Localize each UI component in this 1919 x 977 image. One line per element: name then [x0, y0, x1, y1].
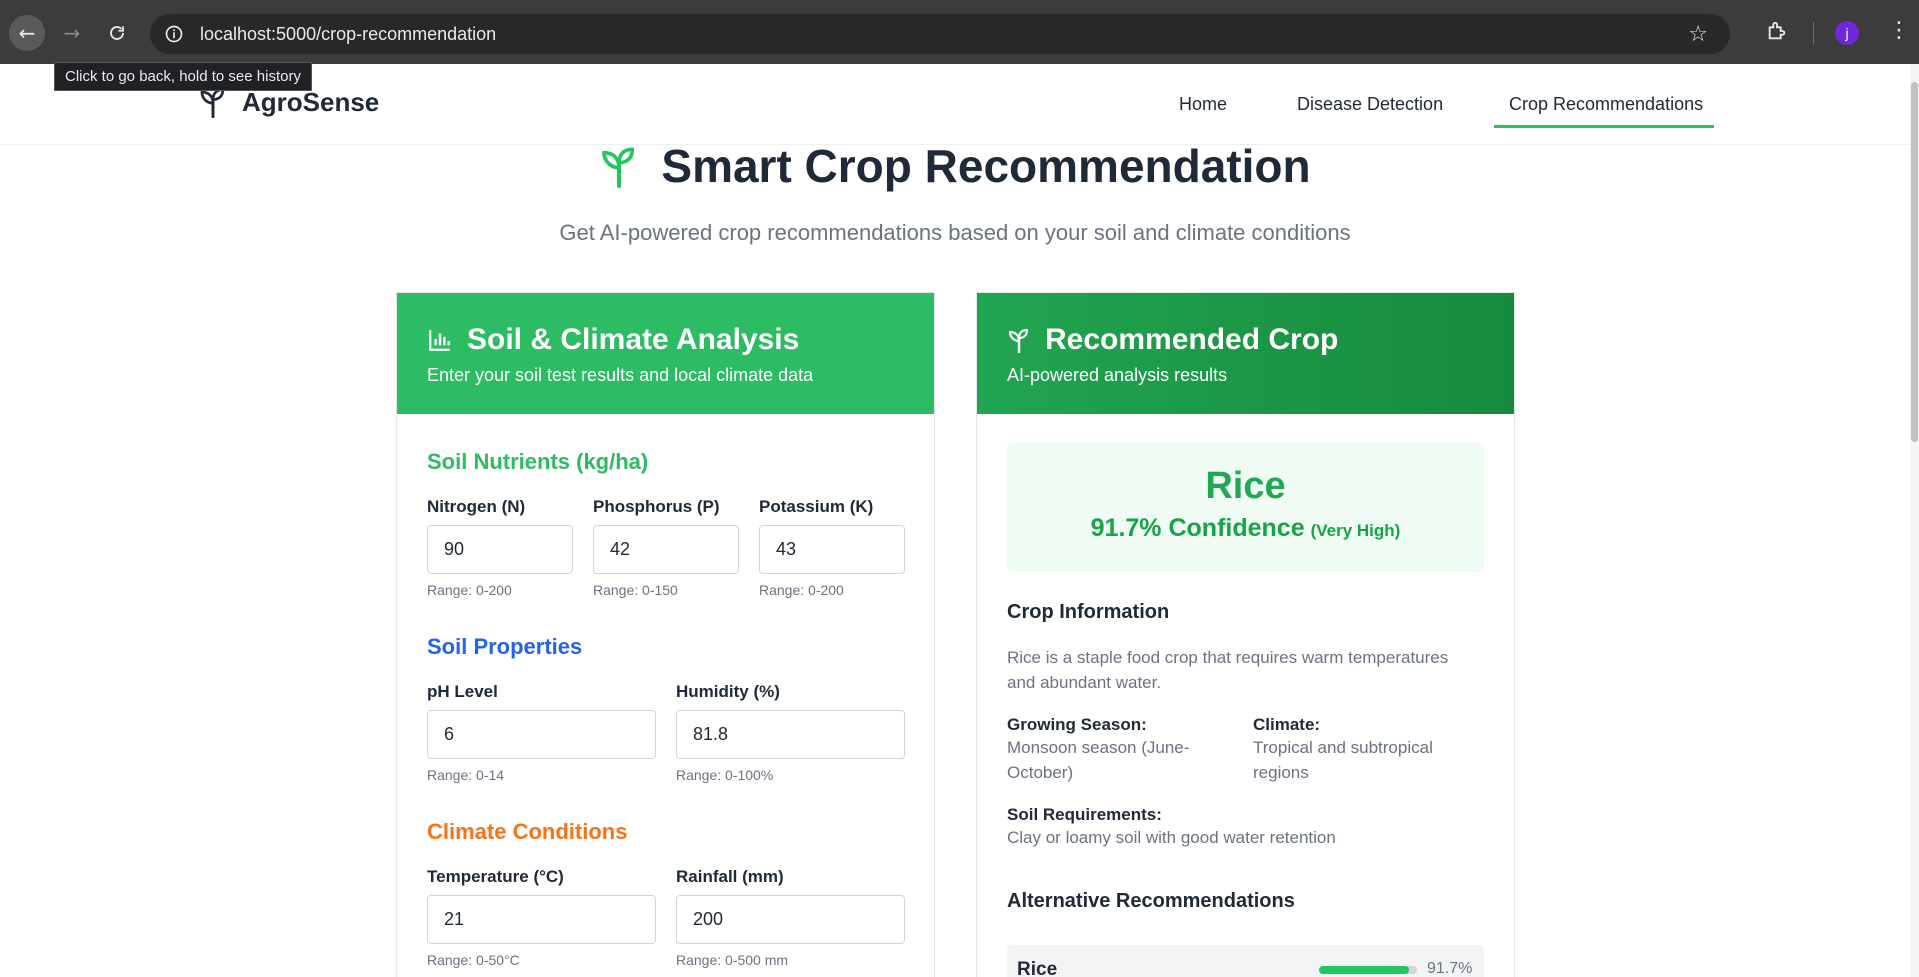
nitrogen-label: Nitrogen (N)	[427, 497, 526, 516]
forward-button[interactable]: →	[54, 15, 90, 51]
tooltip-text: Click to go back, hold to see history	[65, 68, 301, 85]
alternative-recommendations-heading: Alternative Recommendations	[1007, 890, 1295, 912]
soil-requirements-label: Soil Requirements:	[1007, 805, 1162, 824]
nav-link-disease-detection[interactable]: Disease Detection	[1297, 94, 1443, 115]
climate-label: Climate:	[1253, 715, 1321, 734]
crop-information-heading: Crop Information	[1007, 601, 1170, 623]
phosphorus-range-hint: Range: 0-150	[593, 582, 678, 598]
site-info-icon[interactable]	[162, 22, 186, 46]
phosphorus-label: Phosphorus (P)	[593, 497, 720, 516]
nitrogen-field: Nitrogen (N) 90 Range: 0-200	[427, 497, 573, 598]
form-card-title: Soil & Climate Analysis	[467, 323, 800, 356]
bar-chart-icon	[429, 330, 450, 351]
profile-initial: j	[1845, 25, 1849, 41]
growing-season-block: Growing Season: Monsoon season (June-Oct…	[1007, 715, 1237, 785]
humidity-input[interactable]: 81.8	[676, 710, 905, 759]
sprout-icon	[1008, 328, 1029, 353]
phosphorus-field: Phosphorus (P) 42 Range: 0-150	[593, 497, 739, 598]
sprout-icon	[602, 147, 635, 188]
climate-conditions-heading: Climate Conditions	[427, 819, 628, 844]
url-text: localhost:5000/crop-recommendation	[200, 23, 497, 44]
phosphorus-input[interactable]: 42	[593, 525, 739, 574]
browser-toolbar: ← → localhost:5000/crop-recommendation ☆…	[0, 0, 1919, 64]
confidence-score: 91.7% Confidence (Very High)	[1007, 514, 1484, 543]
nitrogen-range-hint: Range: 0-200	[427, 582, 512, 598]
rainfall-field: Rainfall (mm) 200 Range: 0-500 mm	[676, 867, 905, 968]
form-card-header: Soil & Climate Analysis Enter your soil …	[397, 293, 934, 414]
profile-avatar[interactable]: j	[1835, 21, 1859, 45]
soil-properties-heading: Soil Properties	[427, 634, 583, 659]
page-title: Smart Crop Recommendation	[661, 140, 1311, 192]
page-viewport: AgroSense Home Disease Detection Crop Re…	[0, 64, 1919, 977]
nav-link-home[interactable]: Home	[1179, 94, 1227, 115]
top-recommendation-box: Rice 91.7% Confidence (Very High)	[1007, 443, 1484, 572]
ph-field: pH Level 6 Range: 0-14	[427, 682, 656, 783]
back-button-tooltip: Click to go back, hold to see history	[54, 62, 312, 91]
soil-requirements-value: Clay or loamy soil with good water reten…	[1007, 828, 1336, 847]
growing-season-label: Growing Season:	[1007, 715, 1147, 734]
nav-link-crop-recommendations[interactable]: Crop Recommendations	[1509, 94, 1703, 115]
page-scrollbar[interactable]	[1910, 64, 1919, 977]
page-subtitle: Get AI-powered crop recommendations base…	[559, 220, 1351, 245]
climate-value: Tropical and subtropical regions	[1253, 738, 1433, 782]
climate-block: Climate: Tropical and subtropical region…	[1253, 715, 1483, 785]
alternative-confidence-fill	[1319, 966, 1409, 974]
active-nav-indicator	[1494, 125, 1714, 128]
growing-season-value: Monsoon season (June-October)	[1007, 738, 1190, 782]
browser-menu-icon[interactable]: ⋮	[1888, 18, 1910, 43]
form-card-subtitle: Enter your soil test results and local c…	[427, 365, 814, 385]
recommended-crop-name: Rice	[1205, 465, 1286, 507]
recommendation-result-card: Recommended Crop AI-powered analysis res…	[976, 292, 1515, 977]
potassium-input[interactable]: 43	[759, 525, 905, 574]
scrollbar-thumb[interactable]	[1911, 82, 1918, 442]
back-button[interactable]: ←	[9, 15, 45, 51]
potassium-field: Potassium (K) 43 Range: 0-200	[759, 497, 905, 598]
soil-requirements-block: Soil Requirements: Clay or loamy soil wi…	[1007, 805, 1484, 850]
alternative-confidence-bar	[1319, 966, 1417, 974]
page-header: Smart Crop Recommendation	[0, 139, 1910, 193]
humidity-field: Humidity (%) 81.8 Range: 0-100%	[676, 682, 905, 783]
result-card-subtitle: AI-powered analysis results	[1007, 365, 1228, 385]
rainfall-range-hint: Range: 0-500 mm	[676, 952, 789, 968]
temperature-input[interactable]: 21	[427, 895, 656, 944]
soil-climate-form-card: Soil & Climate Analysis Enter your soil …	[396, 292, 935, 977]
toolbar-divider	[1813, 22, 1814, 44]
crop-description: Rice is a staple food crop that requires…	[1007, 648, 1449, 692]
reload-button[interactable]	[99, 15, 135, 51]
rainfall-input[interactable]: 200	[676, 895, 905, 944]
alternative-item: Rice 91.7%	[1007, 945, 1484, 977]
temperature-range-hint: Range: 0-50°C	[427, 952, 520, 968]
address-bar[interactable]: localhost:5000/crop-recommendation ☆	[150, 14, 1730, 54]
arrow-right-icon: →	[63, 21, 81, 45]
confidence-level: (Very High)	[1310, 521, 1401, 540]
ph-input[interactable]: 6	[427, 710, 656, 759]
alternative-confidence-percent: 91.7%	[1427, 960, 1473, 977]
soil-nutrients-heading: Soil Nutrients (kg/ha)	[427, 449, 649, 474]
temperature-field: Temperature (°C) 21 Range: 0-50°C	[427, 867, 656, 968]
bookmark-star-icon[interactable]: ☆	[1688, 22, 1708, 47]
potassium-range-hint: Range: 0-200	[759, 582, 844, 598]
alternative-crop-name: Rice	[1017, 959, 1058, 977]
ph-range-hint: Range: 0-14	[427, 767, 505, 783]
potassium-label: Potassium (K)	[759, 497, 874, 516]
extensions-icon[interactable]	[1766, 20, 1790, 44]
nitrogen-input[interactable]: 90	[427, 525, 573, 574]
reload-icon	[110, 26, 124, 40]
arrow-left-icon: ←	[18, 21, 36, 45]
result-card-header: Recommended Crop AI-powered analysis res…	[977, 293, 1514, 414]
ph-label: pH Level	[427, 682, 498, 701]
humidity-label: Humidity (%)	[676, 682, 780, 701]
temperature-label: Temperature (°C)	[427, 867, 564, 886]
rainfall-label: Rainfall (mm)	[676, 867, 784, 886]
humidity-range-hint: Range: 0-100%	[676, 767, 774, 783]
brand-name: AgroSense	[242, 86, 380, 117]
result-card-title: Recommended Crop	[1045, 323, 1339, 356]
confidence-value: 91.7% Confidence	[1090, 514, 1305, 542]
